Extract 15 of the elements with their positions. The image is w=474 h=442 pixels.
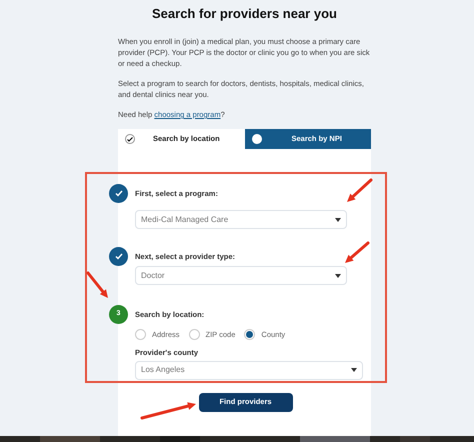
radio-button[interactable] xyxy=(244,329,256,340)
check-icon xyxy=(125,134,135,144)
dropdown-field[interactable]: Los Angeles xyxy=(135,360,363,380)
dropdown-field[interactable]: Medi-Cal Managed Care xyxy=(135,210,347,229)
arrow xyxy=(347,178,372,202)
arrow xyxy=(86,272,108,298)
radio-button[interactable] xyxy=(188,329,200,340)
radio-button[interactable] xyxy=(135,329,146,340)
caret-icon xyxy=(335,274,341,278)
page-title: Search for providers near you xyxy=(151,6,338,22)
dropdown-field[interactable]: Doctor xyxy=(135,266,347,285)
arrow xyxy=(345,242,370,263)
caret-icon xyxy=(351,368,357,372)
caret-icon xyxy=(335,218,341,222)
arrow xyxy=(140,402,196,420)
